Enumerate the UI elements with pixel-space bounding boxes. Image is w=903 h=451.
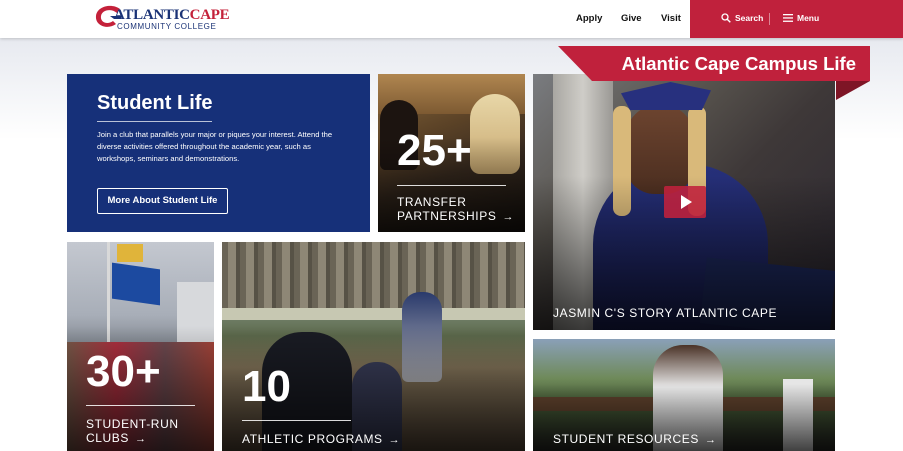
hamburger-icon <box>783 14 793 22</box>
play-icon <box>681 195 692 209</box>
transfer-label-line2-text: PARTNERSHIPS <box>397 209 497 224</box>
arrow-right-icon: → <box>388 434 401 446</box>
menu-label: Menu <box>797 13 820 23</box>
more-about-student-life-button[interactable]: More About Student Life <box>97 188 228 214</box>
campus-life-banner: Atlantic Cape Campus Life <box>558 46 870 81</box>
banner-fold <box>836 81 870 100</box>
arrow-right-icon: → <box>135 433 147 446</box>
arrow-right-icon: → <box>705 434 717 446</box>
tile-rule <box>86 405 195 406</box>
clubs-label-line1: STUDENT-RUN <box>86 417 179 431</box>
clubs-label-line2: CLUBS → <box>86 431 179 446</box>
nav-give[interactable]: Give <box>621 13 642 24</box>
athletics-label: ATHLETIC PROGRAMS → <box>242 432 400 447</box>
banner-title: Atlantic Cape Campus Life <box>621 53 856 74</box>
tile-photo-flag <box>112 262 160 306</box>
nav-visit[interactable]: Visit <box>661 13 681 24</box>
clubs-count: 30+ <box>86 347 161 396</box>
student-life-panel: Student Life Join a club that parallels … <box>67 74 370 232</box>
athletics-label-text: ATHLETIC PROGRAMS <box>242 432 383 446</box>
utility-bar: Search Menu <box>690 0 903 38</box>
tile-photo-trees <box>222 242 525 312</box>
tile-photo-fence <box>222 308 525 320</box>
atlantic-cape-logo[interactable]: ATLANTICCAPE COMMUNITY COLLEGE <box>94 4 230 34</box>
athletic-programs-tile[interactable]: 10 ATHLETIC PROGRAMS → <box>222 242 525 451</box>
athletics-count: 10 <box>242 362 291 411</box>
tile-rule <box>397 185 506 186</box>
student-resources-tile[interactable]: STUDENT RESOURCES → <box>533 339 835 451</box>
resources-label-text: STUDENT RESOURCES <box>553 432 699 446</box>
play-button[interactable] <box>664 186 706 218</box>
video-label: JASMIN C'S STORY ATLANTIC CAPE <box>553 306 778 320</box>
site-header: ATLANTICCAPE COMMUNITY COLLEGE Apply Giv… <box>0 0 903 38</box>
search-label: Search <box>735 13 764 23</box>
transfer-label-line1: TRANSFER <box>397 195 467 209</box>
transfer-count: 25+ <box>397 126 472 175</box>
menu-button[interactable]: Menu <box>783 13 819 23</box>
student-life-description: Join a club that parallels your major or… <box>97 130 333 163</box>
transfer-label: TRANSFER PARTNERSHIPS → <box>397 195 514 225</box>
utility-divider <box>769 13 770 25</box>
student-life-title: Student Life <box>97 92 213 114</box>
student-clubs-tile[interactable]: 30+ STUDENT-RUN CLUBS → <box>67 242 214 451</box>
logo-subline: COMMUNITY COLLEGE <box>117 22 217 31</box>
arrow-right-icon: → <box>502 211 515 224</box>
tile-rule <box>242 420 351 421</box>
clubs-label-line2-text: CLUBS <box>86 431 130 446</box>
title-underline <box>97 121 212 122</box>
tile-photo-flag <box>117 244 143 262</box>
transfer-partnerships-tile[interactable]: 25+ TRANSFER PARTNERSHIPS → <box>378 74 525 232</box>
resources-label: STUDENT RESOURCES → <box>553 432 717 447</box>
transfer-label-line2: PARTNERSHIPS → <box>397 209 514 224</box>
clubs-label: STUDENT-RUN CLUBS → <box>86 417 179 447</box>
nav-apply[interactable]: Apply <box>576 13 602 24</box>
tile-photo-cap <box>621 82 711 110</box>
search-icon <box>721 13 731 23</box>
search-button[interactable]: Search <box>721 13 763 23</box>
